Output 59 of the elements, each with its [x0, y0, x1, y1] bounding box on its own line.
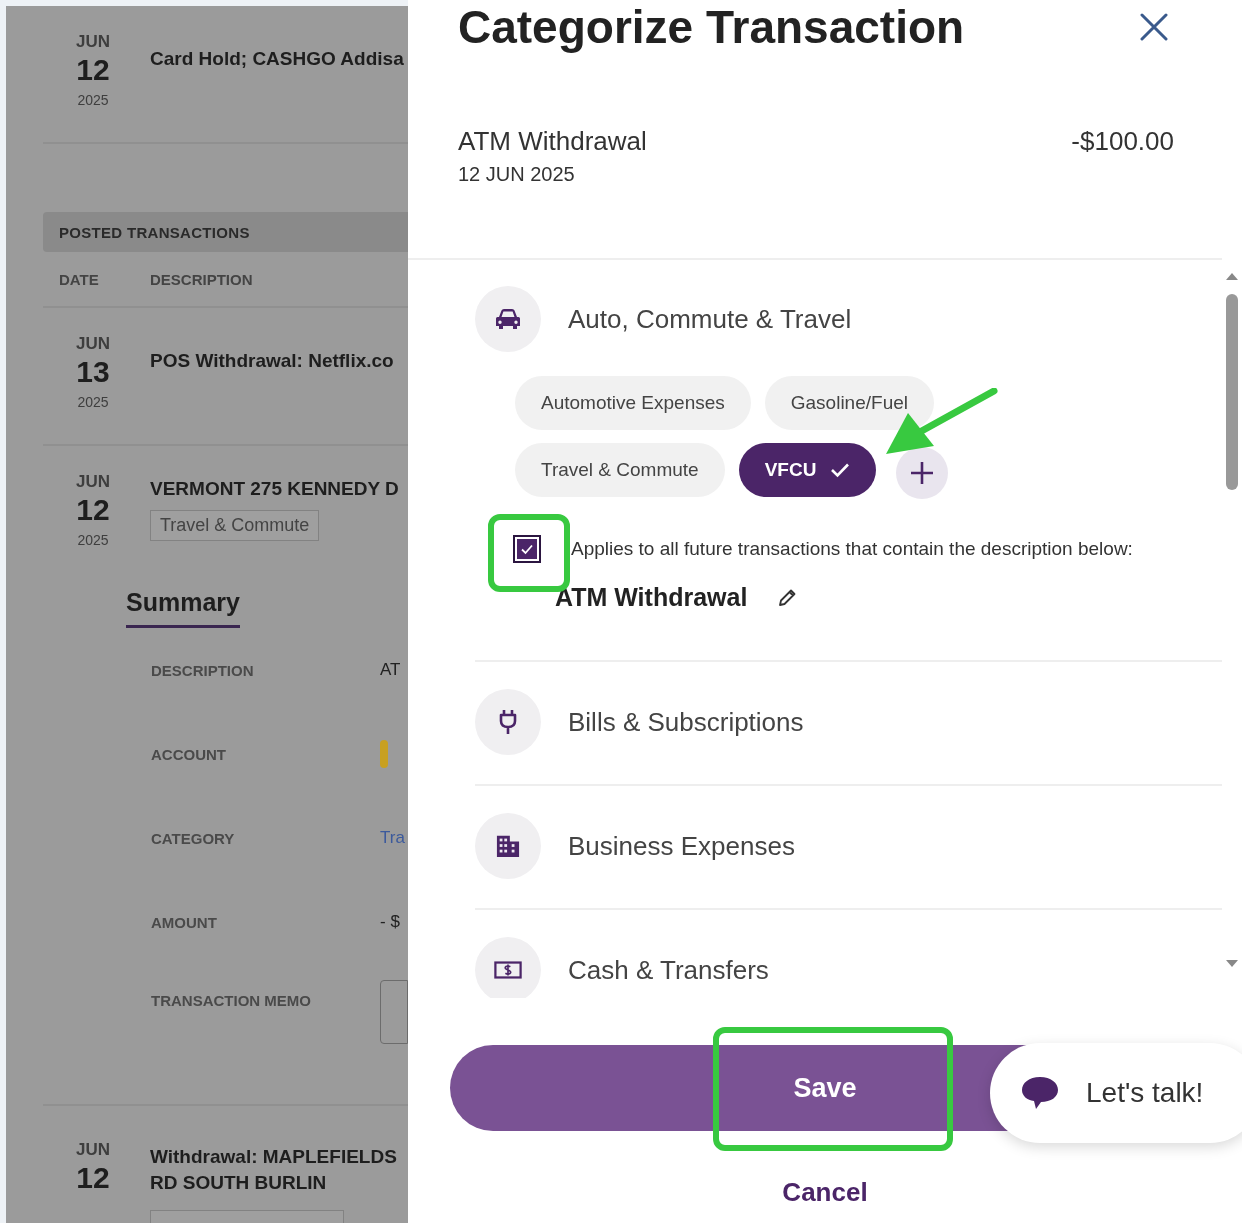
- date-year: 2025: [77, 92, 109, 108]
- scrollbar-thumb[interactable]: [1226, 294, 1238, 490]
- column-header: DESCRIPTION: [150, 270, 253, 288]
- speech-bubble-icon: [1020, 1075, 1060, 1111]
- account-color-bar: [380, 740, 388, 768]
- plug-icon: [498, 709, 518, 735]
- date-year: 2025: [77, 532, 109, 548]
- chat-toast[interactable]: Let's talk!: [990, 1043, 1242, 1143]
- summary-tab[interactable]: Summary: [126, 588, 240, 628]
- close-icon[interactable]: [1140, 13, 1168, 41]
- field-value: AT: [380, 660, 401, 680]
- field-label: CATEGORY: [151, 829, 236, 847]
- date-day: 12: [76, 52, 110, 88]
- rule-text: Applies to all future transactions that contain the description below:: [571, 538, 1133, 560]
- scroll-down-icon[interactable]: [1226, 960, 1238, 968]
- date-month: JUN: [76, 472, 110, 492]
- add-icon[interactable]: [896, 447, 949, 499]
- field-label: ACCOUNT: [151, 745, 227, 763]
- category-name[interactable]: Business Expenses: [568, 830, 795, 862]
- check-icon: [830, 462, 851, 478]
- section-title: POSTED TRANSACTIONS: [59, 223, 250, 241]
- field-value: - $: [380, 912, 400, 932]
- category-name[interactable]: Cash & Transfers: [568, 954, 769, 986]
- transaction-name: ATM Withdrawal: [458, 126, 647, 157]
- check-icon: [520, 543, 534, 555]
- date-month: JUN: [76, 1140, 110, 1160]
- field-label: TRANSACTION MEMO: [151, 992, 312, 1009]
- field-label: DESCRIPTION: [151, 661, 255, 679]
- pencil-icon[interactable]: [777, 587, 798, 608]
- transaction-description[interactable]: VERMONT 275 KENNEDY D: [150, 476, 399, 502]
- column-header: DATE: [59, 270, 100, 288]
- date-year: 2025: [77, 394, 109, 410]
- cancel-button[interactable]: Cancel: [782, 1177, 868, 1208]
- banknote-icon: [494, 958, 522, 982]
- transaction-amount: -$100.00: [1071, 126, 1174, 158]
- category-name[interactable]: Bills & Subscriptions: [568, 706, 804, 738]
- category-tag: Travel & Commute: [150, 510, 320, 541]
- transaction-description[interactable]: POS Withdrawal: Netflix.co: [150, 348, 394, 374]
- subcategory-chip[interactable]: Gasoline/Fuel: [764, 376, 934, 430]
- dialog-title: Categorize Transaction: [458, 0, 965, 54]
- building-icon: [494, 834, 522, 858]
- field-label: AMOUNT: [151, 913, 218, 931]
- date-day: 13: [76, 354, 110, 390]
- date-month: JUN: [76, 32, 110, 52]
- rule-description: ATM Withdrawal: [555, 583, 748, 612]
- transaction-date: 12 JUN 2025: [458, 163, 576, 186]
- transaction-description[interactable]: Withdrawal: MAPLEFIELDS: [150, 1144, 397, 1170]
- scroll-up-icon[interactable]: [1226, 272, 1238, 280]
- date-month: JUN: [76, 334, 110, 354]
- car-icon: [494, 307, 522, 331]
- subcategory-chip[interactable]: VFCU: [738, 443, 877, 497]
- transaction-description[interactable]: RD SOUTH BURLIN: [150, 1170, 327, 1196]
- subcategory-chip[interactable]: Travel & Commute: [515, 443, 725, 497]
- category-name[interactable]: Auto, Commute & Travel: [568, 303, 852, 335]
- date-day: 12: [76, 492, 110, 528]
- subcategory-chip[interactable]: Automotive Expenses: [515, 376, 751, 430]
- transaction-description[interactable]: Card Hold; CASHGO Addisa: [150, 46, 404, 72]
- date-day: 12: [76, 1160, 110, 1196]
- checkbox[interactable]: [513, 535, 541, 563]
